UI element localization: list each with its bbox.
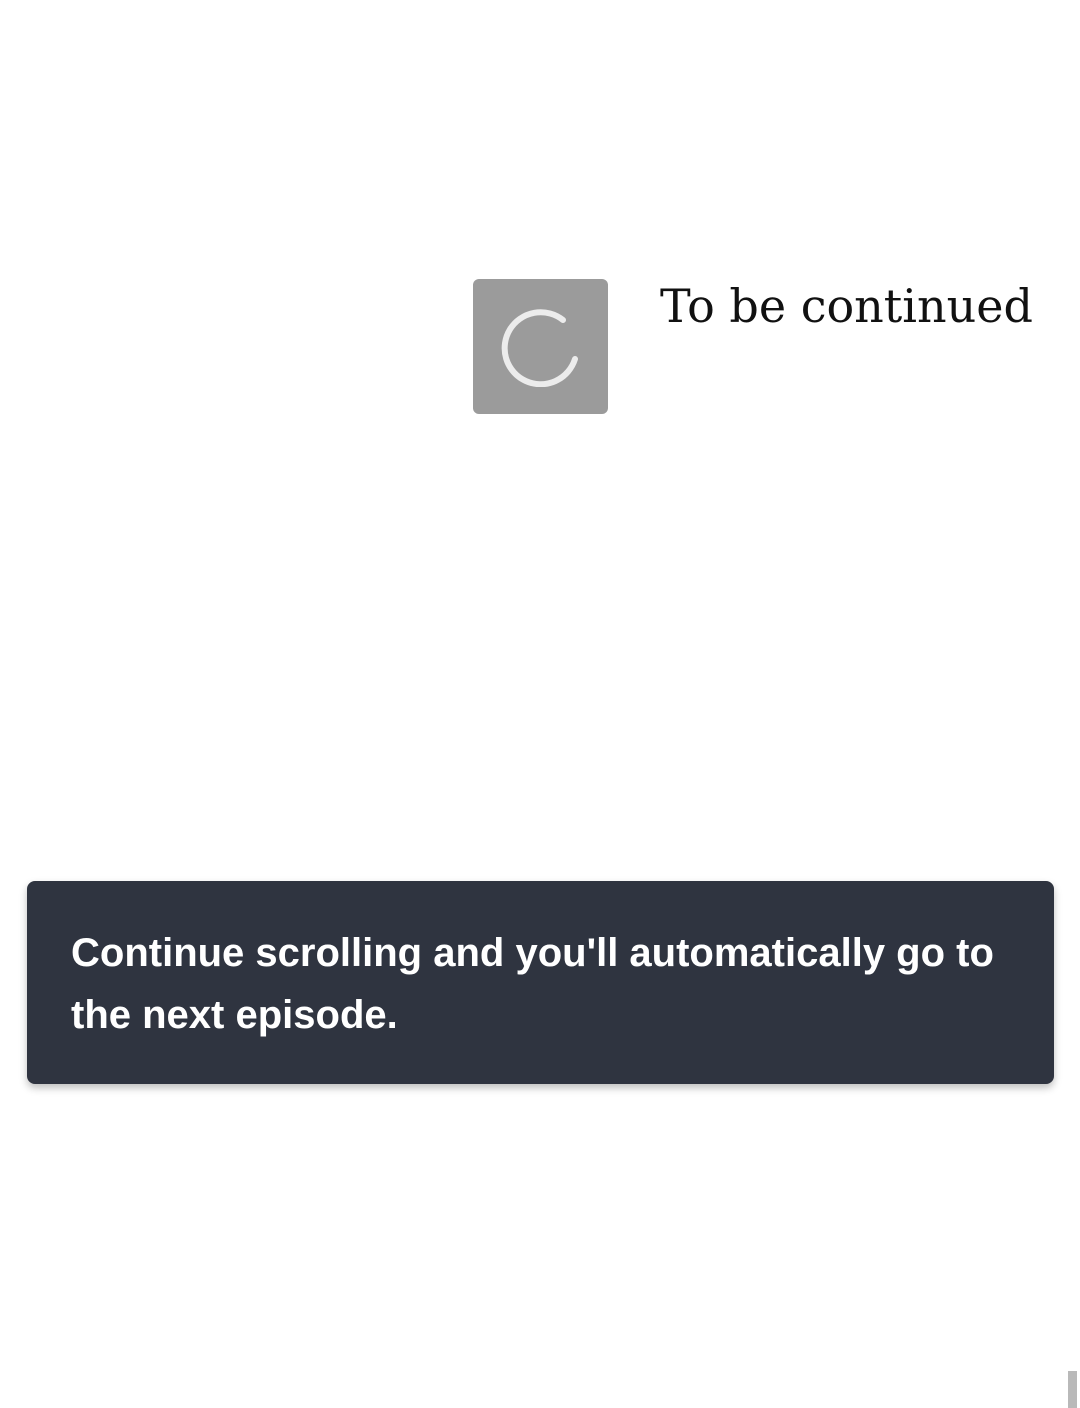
- scrollbar-thumb[interactable]: [1068, 1371, 1077, 1408]
- episode-thumbnail-placeholder: [473, 279, 608, 414]
- toast-message: Continue scrolling and you'll automatica…: [71, 931, 994, 1037]
- to-be-continued-label: To be continued: [660, 279, 1033, 333]
- loading-spinner-icon: [501, 308, 578, 387]
- auto-next-episode-toast: Continue scrolling and you'll automatica…: [27, 881, 1054, 1084]
